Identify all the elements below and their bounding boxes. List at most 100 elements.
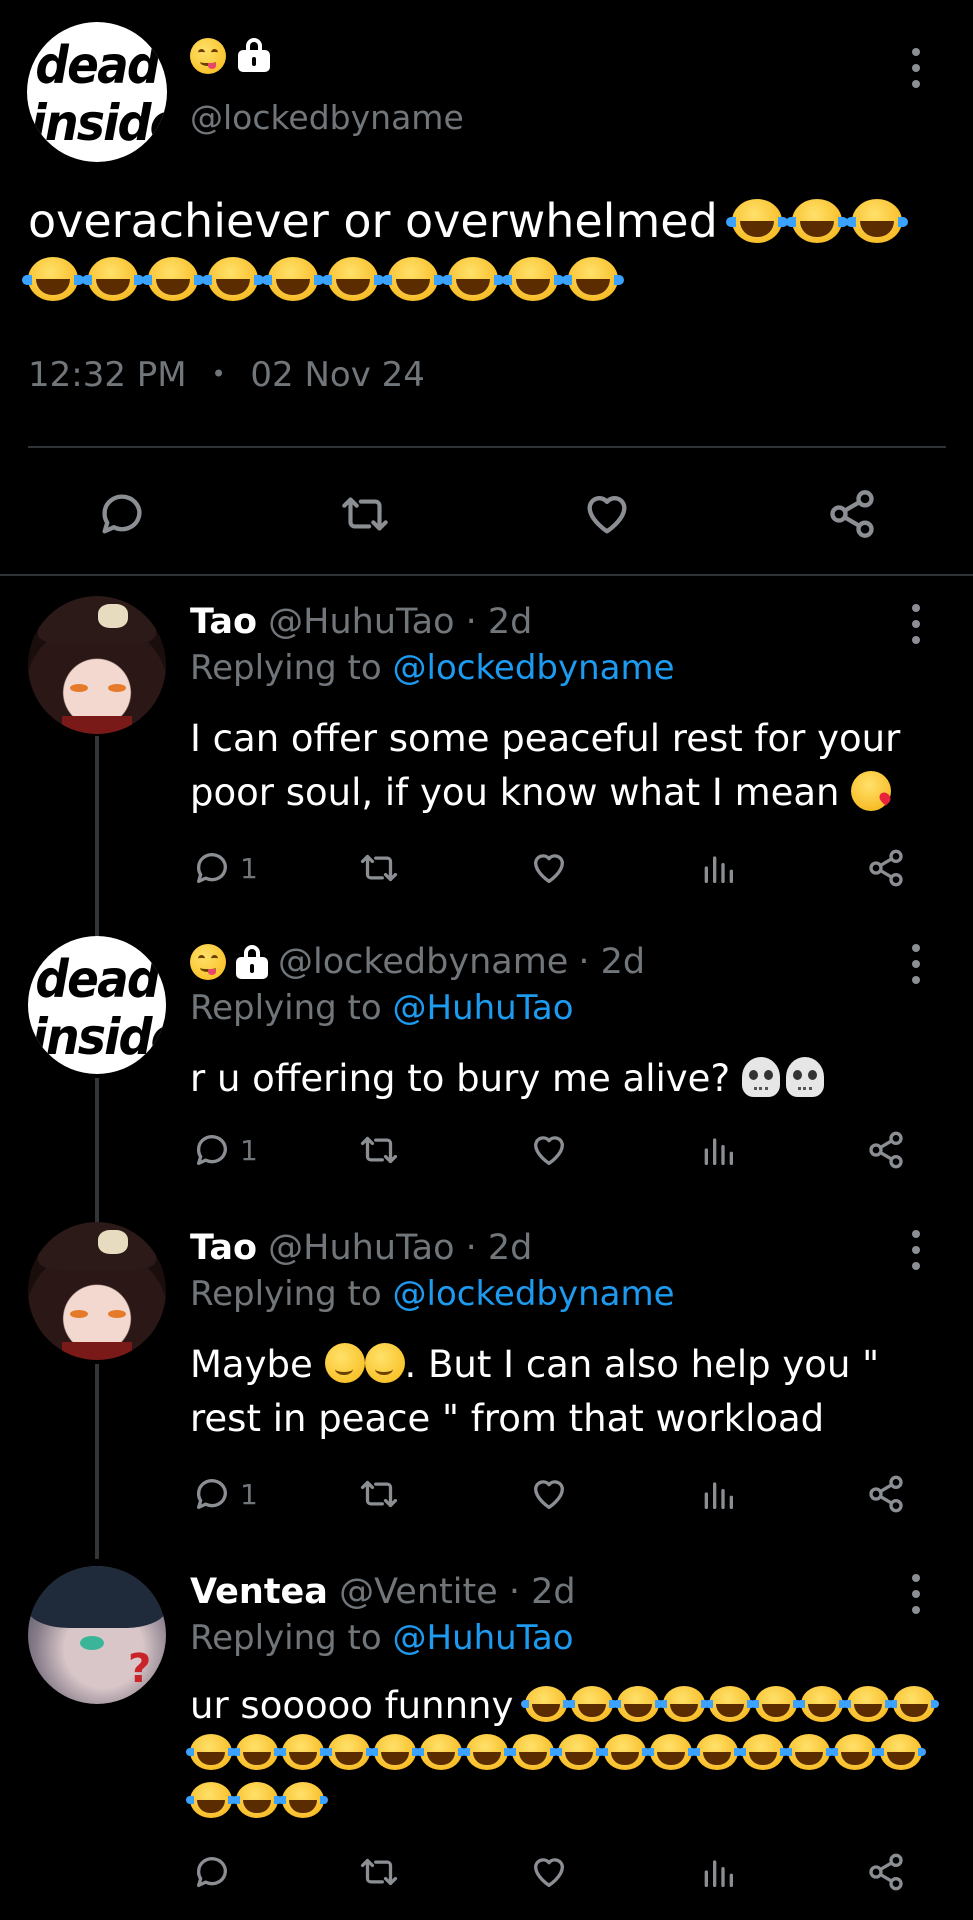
separator: •: [211, 360, 226, 388]
avatar[interactable]: dead inside: [27, 22, 167, 162]
laughing-emoji-icon: [876, 1734, 926, 1770]
laughing-emoji-icon: [502, 257, 564, 301]
mention-link[interactable]: @lockedbyname: [393, 1274, 675, 1314]
laughing-emoji-icon: [262, 257, 324, 301]
laughing-emoji-icon: [705, 1686, 756, 1722]
avatar[interactable]: ?: [28, 1566, 166, 1704]
divider: [0, 574, 973, 576]
display-name[interactable]: Tao: [190, 1228, 257, 1268]
retweet-icon[interactable]: [356, 848, 402, 888]
laughing-emoji-icon: [613, 1686, 664, 1722]
like-icon[interactable]: [528, 1130, 570, 1170]
laughing-emoji-icon: [22, 257, 84, 301]
retweet-icon[interactable]: [356, 1474, 402, 1514]
reply-count: 1: [240, 852, 258, 885]
reply-tweet[interactable]: ? Ventea @Ventite · 2d Replying to @Huhu…: [0, 1560, 973, 1920]
mention-link[interactable]: @HuhuTao: [393, 1618, 574, 1658]
share-icon[interactable]: [826, 488, 878, 540]
age: · 2d: [508, 1572, 576, 1612]
smile-tongue-icon: [190, 944, 226, 980]
retweet-icon[interactable]: [336, 488, 394, 540]
mention-link[interactable]: @lockedbyname: [393, 648, 675, 688]
reply-icon[interactable]: [192, 1852, 232, 1892]
share-icon[interactable]: [866, 1852, 906, 1892]
retweet-icon[interactable]: [356, 1852, 402, 1892]
timestamp[interactable]: 12:32 PM • 02 Nov 24: [28, 355, 425, 395]
reply-icon[interactable]: [192, 1474, 232, 1514]
reply-tweet[interactable]: Tao @HuhuTao · 2d Replying to @lockedbyn…: [0, 1216, 973, 1536]
avatar-text: dead: [35, 950, 160, 1010]
views-icon[interactable]: [698, 1852, 738, 1892]
reply-text-part: Maybe: [190, 1343, 313, 1386]
reply-actions: 1: [0, 848, 973, 898]
reply-text: ur sooooo funnny: [186, 1682, 950, 1826]
reply-tweet[interactable]: Tao @HuhuTao · 2d Replying to @lockedbyn…: [0, 590, 973, 910]
lock-icon: [238, 38, 270, 72]
handle[interactable]: @lockedbyname: [278, 942, 568, 982]
more-options-icon[interactable]: [910, 48, 922, 88]
reply-text-content: r u offering to bury me alive?: [190, 1057, 731, 1100]
reply-icon[interactable]: [192, 1130, 232, 1170]
retweet-icon[interactable]: [356, 1130, 402, 1170]
share-icon[interactable]: [866, 1130, 906, 1170]
tweet-actions: [0, 474, 973, 554]
laughing-emoji-icon: [324, 1734, 374, 1770]
reply-tweet[interactable]: dead inside @lockedbyname · 2d Replying …: [0, 930, 973, 1200]
tweet-text: overachiever or overwhelmed: [22, 192, 958, 308]
more-options-icon[interactable]: [910, 604, 922, 644]
laughing-emoji-icon: [278, 1782, 328, 1818]
smile-emoji-icon: [324, 1343, 365, 1383]
skull-emoji-icon: [741, 1057, 780, 1097]
avatar[interactable]: [28, 1222, 166, 1360]
laughing-emoji-icon: [738, 1734, 788, 1770]
laughing-emoji-icon: [562, 257, 624, 301]
like-icon[interactable]: [580, 488, 634, 540]
more-options-icon[interactable]: [910, 944, 922, 984]
avatar[interactable]: dead inside: [28, 936, 166, 1074]
replying-label: Replying to: [190, 988, 382, 1028]
reply-text: r u offering to bury me alive?: [190, 1052, 950, 1106]
replying-label: Replying to: [190, 1618, 382, 1658]
author-handle[interactable]: @lockedbyname: [190, 98, 464, 137]
views-icon[interactable]: [698, 1474, 738, 1514]
reply-icon[interactable]: [96, 488, 148, 540]
more-options-icon[interactable]: [910, 1574, 922, 1614]
display-name[interactable]: Ventea: [190, 1572, 328, 1612]
like-icon[interactable]: [528, 1474, 570, 1514]
laughing-emoji-icon: [797, 1686, 848, 1722]
laughing-emoji-icon: [846, 199, 909, 243]
handle[interactable]: @HuhuTao: [268, 602, 454, 642]
replying-to: Replying to @HuhuTao: [190, 988, 574, 1028]
laughing-emoji-icon: [82, 257, 144, 301]
replying-to: Replying to @lockedbyname: [190, 648, 675, 688]
mention-link[interactable]: @HuhuTao: [393, 988, 574, 1028]
lock-icon: [236, 945, 268, 979]
share-icon[interactable]: [866, 1474, 906, 1514]
skull-emoji-icon: [785, 1057, 824, 1097]
like-icon[interactable]: [528, 1852, 570, 1892]
laughing-emoji-icon: [784, 1734, 834, 1770]
views-icon[interactable]: [698, 848, 738, 888]
like-icon[interactable]: [528, 848, 570, 888]
handle[interactable]: @HuhuTao: [268, 1228, 454, 1268]
laughing-emoji-icon: [751, 1686, 802, 1722]
reply-header: Tao @HuhuTao · 2d: [190, 1228, 532, 1268]
laughing-emoji-icon: [202, 257, 264, 301]
views-icon[interactable]: [698, 1130, 738, 1170]
reply-text-content: I can offer some peaceful rest for your …: [190, 717, 901, 814]
tweet-text-content: overachiever or overwhelmed: [28, 194, 718, 248]
laughing-emoji-icon: [554, 1734, 604, 1770]
display-name[interactable]: Tao: [190, 602, 257, 642]
share-icon[interactable]: [866, 848, 906, 888]
reply-text: Maybe . But I can also help you " rest i…: [190, 1338, 950, 1446]
reply-icon[interactable]: [192, 848, 232, 888]
reply-actions: [0, 1852, 973, 1902]
divider: [28, 446, 946, 448]
laughing-emoji-icon: [382, 257, 444, 301]
avatar[interactable]: [28, 596, 166, 734]
age: · 2d: [465, 1228, 533, 1268]
laughing-emoji-icon: [600, 1734, 650, 1770]
handle[interactable]: @Ventite: [339, 1572, 498, 1612]
more-options-icon[interactable]: [910, 1230, 922, 1270]
avatar-text: inside: [30, 94, 168, 152]
